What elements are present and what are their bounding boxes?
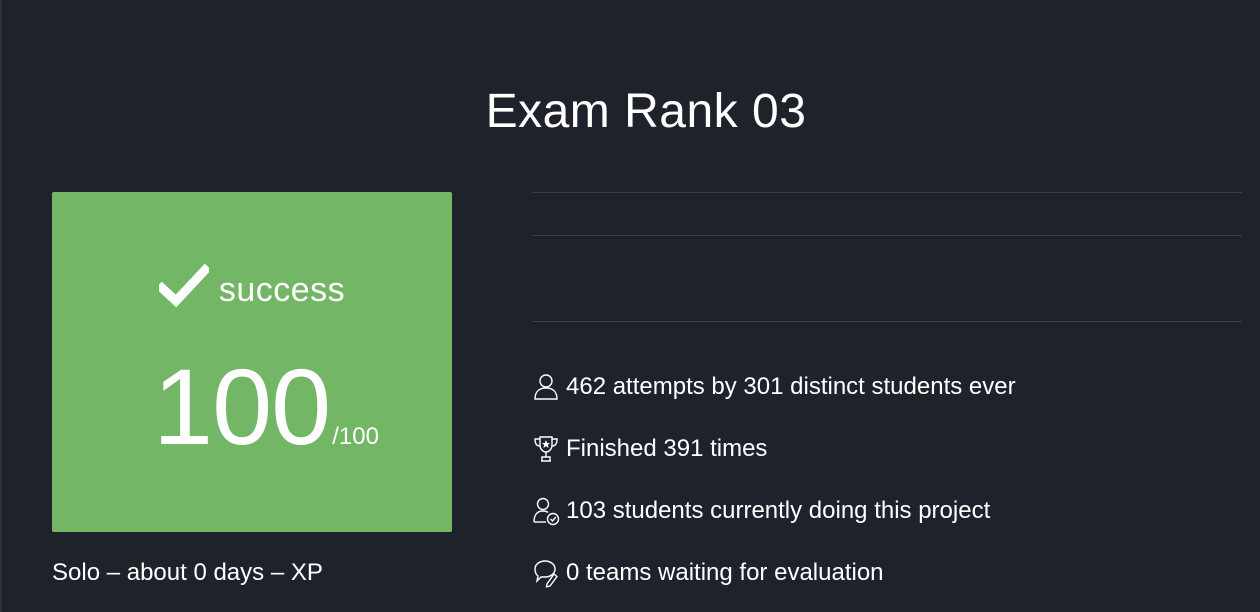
chat-bubbles-icon [534, 560, 558, 588]
stat-text: 462 attempts by 301 distinct students ev… [566, 373, 1016, 400]
divider [532, 321, 1242, 322]
stat-attempts: 462 attempts by 301 distinct students ev… [532, 368, 1016, 406]
checkmark-icon [158, 264, 209, 308]
status-label: success [218, 271, 346, 309]
divider [532, 235, 1242, 236]
user-icon [534, 374, 558, 400]
project-page: Exam Rank 03 success 100 /100 Solo – abo… [0, 0, 1260, 612]
result-card: success 100 /100 [52, 192, 452, 532]
trophy-icon [534, 436, 558, 462]
divider [532, 192, 1242, 193]
stat-text: 0 teams waiting for evaluation [566, 559, 884, 586]
max-score: /100 [332, 423, 379, 450]
project-meta: Solo – about 0 days – XP [52, 559, 323, 586]
stat-finished: Finished 391 times [532, 430, 1016, 468]
page-title: Exam Rank 03 [485, 85, 807, 138]
score-row: 100 /100 [52, 352, 452, 462]
stat-in-progress: 103 students currently doing this projec… [532, 492, 1016, 530]
final-score: 100 [153, 346, 331, 467]
stat-evaluation: 0 teams waiting for evaluation [532, 554, 1016, 592]
stat-text: Finished 391 times [566, 435, 768, 462]
user-in-progress-icon [533, 497, 560, 526]
project-stats: 462 attempts by 301 distinct students ev… [532, 368, 1016, 612]
status-row: success [52, 264, 452, 310]
stat-text: 103 students currently doing this projec… [566, 497, 991, 524]
